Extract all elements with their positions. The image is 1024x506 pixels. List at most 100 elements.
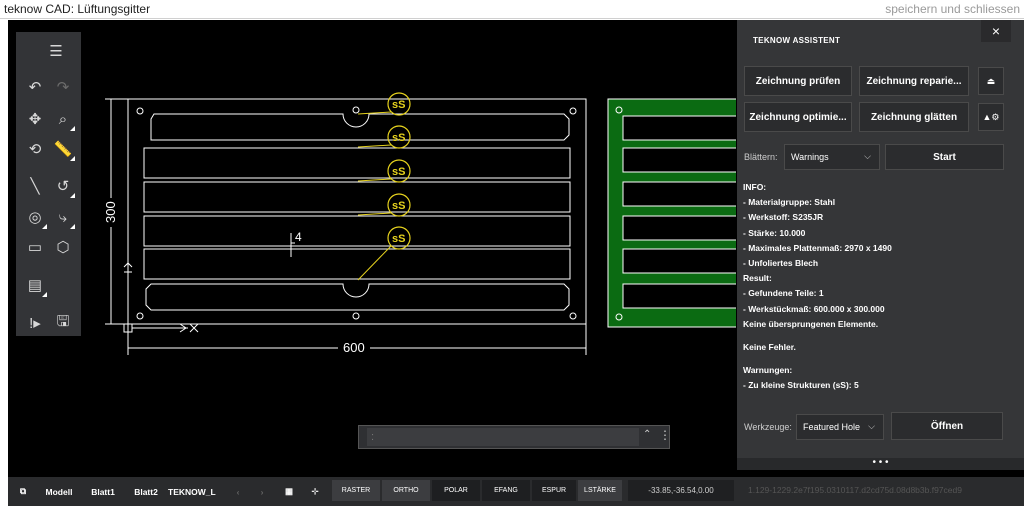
history-up-icon[interactable]: ⌃ [643,429,651,440]
toggle-efang[interactable]: EFANG [482,480,530,501]
tab-sheet2[interactable]: Blatt2 [128,477,164,506]
slot-2[interactable] [143,147,571,179]
arc-icon[interactable]: ↺ [50,173,76,199]
undo-icon[interactable]: ↶ [22,74,48,100]
chevron-down-icon: ⌵ [864,151,871,161]
info-line: - Stärke: 10.000 [743,227,806,238]
settings-eject-icon[interactable]: ▲⚙ [978,103,1004,131]
hole-top-left[interactable] [136,107,144,115]
tab-next-icon[interactable]: › [252,477,272,506]
toggle-polar[interactable]: POLAR [432,480,480,501]
drawing-svg[interactable]: 300 600 4 sS sS sS sS sS [8,20,749,470]
hole-bottom-right[interactable] [569,312,577,320]
cad-app: 300 600 4 sS sS sS sS sS ☰ ↶ ↷ ✥ ⌕ ⟲ 📏 ╲… [8,20,1024,506]
hole-top-center[interactable] [352,106,360,114]
info-line: - Werkstückmaß: 600.000 x 300.000 [743,303,885,314]
optimize-drawing-button[interactable]: Zeichnung optimie... [744,102,852,132]
chevron-down-icon: ⌵ [868,421,875,431]
status-bar: ⧉ Modell Blatt1 Blatt2 TEKNOW_L ‹ › ▦ ⊹ … [8,477,1024,506]
window-title: teknow CAD: Lüftungsgitter [4,2,151,16]
line-icon[interactable]: ╲ [22,173,48,199]
tab-model[interactable]: Modell [40,477,78,506]
browse-select-value: Warnings [791,152,829,162]
ss-marker-label: sS [392,200,405,212]
tab-sheet1[interactable]: Blatt1 [84,477,122,506]
polygon-icon[interactable]: ⬡ [50,234,76,260]
hole-bottom-center[interactable] [352,312,360,320]
panel-resize-grip[interactable]: • • • [737,458,1024,470]
slot-3[interactable] [143,181,571,213]
title-bar: teknow CAD: Lüftungsgitter speichern und… [0,0,1024,19]
assistant-panel: TEKNOW ASSISTENT × Zeichnung prüfen Zeic… [737,20,1024,470]
hole-top-right[interactable] [569,107,577,115]
slot-1[interactable] [150,113,570,141]
circle-icon[interactable]: ◎ [22,204,48,230]
save-and-close-link[interactable]: speichern und schliessen [885,2,1020,16]
notes-icon[interactable]: ▤ [22,272,48,298]
ss-marker-2[interactable]: sS [357,125,411,149]
toggle-espur[interactable]: ESPUR [532,480,576,501]
polyline-icon[interactable]: ⤷ [50,204,76,230]
ss-marker-1[interactable]: sS [387,92,411,116]
dim-width-label: 600 [343,340,365,355]
warning-icon[interactable]: !▸ [22,310,48,336]
dim-small-label: 4 [295,230,302,244]
toggle-raster[interactable]: RASTER [332,480,380,501]
browse-label: Blättern: [744,152,778,162]
ss-marker-5[interactable]: sS [357,226,411,281]
info-line: - Unfoliertes Blech [743,258,819,269]
more-icon[interactable]: ⋮ [659,428,671,442]
ss-marker-3[interactable]: sS [357,159,411,183]
warnings-line: - Zu kleine Strukturen (sS): 5 [743,380,859,391]
info-line: Result: [743,273,772,284]
tools-select[interactable]: Featured Hole ⌵ [796,414,884,440]
ss-marker-label: sS [392,132,405,144]
start-button[interactable]: Start [885,144,1004,170]
check-drawing-button[interactable]: Zeichnung prüfen [744,66,852,96]
part-preview[interactable] [607,98,749,328]
snap-settings-icon[interactable]: ⊹ [304,477,326,506]
zoom-icon[interactable]: ⌕ [50,106,76,132]
assistant-title: TEKNOW ASSISTENT [753,36,841,45]
coordinate-readout: -33.85,-36.54,0.00 [628,480,734,501]
tools-label: Werkzeuge: [744,422,792,432]
repair-drawing-button[interactable]: Zeichnung reparie... [859,66,969,96]
ss-marker-4[interactable]: sS [357,193,411,217]
eject-icon[interactable]: ⏏ [978,67,1004,95]
close-icon[interactable]: × [981,20,1011,42]
no-errors-text: Keine Fehler. [743,342,796,353]
command-input[interactable] [367,428,639,446]
tool-palette: ☰ ↶ ↷ ✥ ⌕ ⟲ 📏 ╲ ↺ ◎ ⤷ ▭ ⬡ ▤ !▸ 🖫 [16,32,81,336]
rotate-icon[interactable]: ⟲ [22,136,48,162]
hole-bottom-left[interactable] [136,312,144,320]
toggle-lstaerke[interactable]: LSTÄRKE [578,480,622,501]
rectangle-icon[interactable]: ▭ [22,234,48,260]
ss-marker-label: sS [392,99,405,111]
drawing-canvas[interactable]: 300 600 4 sS sS sS sS sS [8,20,749,470]
tab-teknow[interactable]: TEKNOW_L [168,477,222,506]
smooth-drawing-button[interactable]: Zeichnung glätten [859,102,969,132]
measure-icon[interactable]: 📏 [50,136,76,162]
ss-marker-label: sS [392,166,405,178]
menu-icon[interactable]: ☰ [43,38,69,64]
warnings-title: Warnungen: [743,365,793,376]
dim-height-label: 300 [103,201,118,223]
info-line: Keine übersprungenen Elemente. [743,318,879,329]
redo-icon[interactable]: ↷ [50,74,76,100]
tab-prev-icon[interactable]: ‹ [228,477,248,506]
ss-marker-label: sS [392,233,405,245]
info-line: - Maximales Plattenmaß: 2970 x 1490 [743,242,892,253]
toggle-ortho[interactable]: ORTHO [382,480,430,501]
command-line: ⌃ ⋮ [358,425,671,449]
layout-icon[interactable]: ⧉ [12,477,34,506]
pan-icon[interactable]: ✥ [22,106,48,132]
grid-layout-icon[interactable]: ▦ [278,477,300,506]
info-line: INFO: [743,182,767,192]
info-line: - Werkstoff: S235JR [743,212,824,223]
slot-4[interactable] [143,215,571,247]
save-icon[interactable]: 🖫 [50,310,76,336]
slot-6[interactable] [145,283,570,311]
browse-select[interactable]: Warnings ⌵ [784,144,880,170]
open-button[interactable]: Öffnen [891,412,1003,440]
slot-5[interactable] [143,248,571,280]
